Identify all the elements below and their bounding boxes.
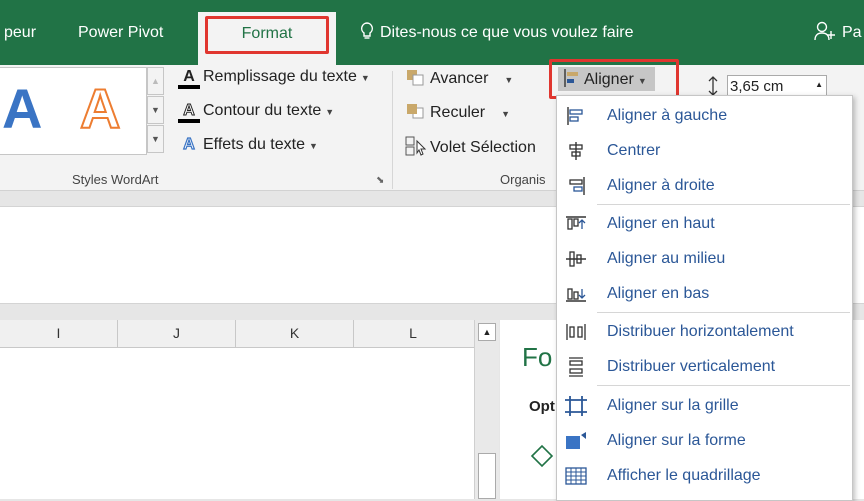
menu-item-label: Aligner à gauche [607, 107, 728, 124]
shape-height-input[interactable]: 3,65 cm ▲ [727, 75, 827, 97]
menu-item-view-gridlines[interactable]: Afficher le quadrillage [557, 459, 850, 493]
text-effects-icon: A [183, 135, 196, 153]
shape-height-icon [708, 76, 718, 96]
bring-forward-button[interactable]: Avancer ▼ [405, 68, 513, 88]
menu-item-snap-to-shape[interactable]: Aligner sur la forme [557, 424, 850, 458]
menu-item-align-middle[interactable]: Aligner au milieu [557, 242, 850, 276]
text-fill-button[interactable]: A Remplissage du texte ▼ [178, 68, 370, 89]
gallery-scroll: ▲ ▼ ▼ [147, 67, 164, 153]
send-backward-label: Reculer [430, 104, 486, 121]
text-fill-label: Remplissage du texte [203, 68, 357, 85]
tell-me-label: Dites-nous ce que vous voulez faire [380, 24, 634, 41]
shape-height-value: 3,65 cm [730, 78, 784, 95]
column-header-j[interactable]: J [118, 320, 236, 347]
snap-to-shape-icon [566, 432, 586, 449]
distribute-vertical-icon [569, 357, 583, 377]
tab-developpeur[interactable]: peur [4, 0, 36, 65]
menu-separator [597, 204, 850, 205]
tell-me-box[interactable]: Dites-nous ce que vous voulez faire [360, 0, 633, 65]
lightbulb-icon [360, 22, 374, 39]
text-outline-label: Contour du texte [203, 102, 322, 119]
text-outline-icon: A [178, 102, 200, 123]
menu-separator [597, 385, 850, 386]
column-header-k[interactable]: K [236, 320, 354, 347]
dialog-launcher-icon[interactable]: ⬊ [376, 175, 384, 186]
ribbon-tab-bar: peur Power Pivot Format Dites-nous ce qu… [0, 0, 864, 65]
selection-pane-icon [405, 136, 427, 156]
menu-item-distribute-vertically[interactable]: Distribuer verticalement [557, 350, 850, 384]
chevron-down-icon: ▼ [325, 107, 335, 117]
send-backward-button[interactable]: Reculer ▼ [405, 102, 510, 122]
menu-item-align-top[interactable]: Aligner en haut [557, 207, 850, 241]
menu-item-label: Afficher le quadrillage [607, 467, 761, 484]
group-divider [392, 71, 393, 189]
wordart-style-orange-outline[interactable]: A [79, 76, 121, 141]
menu-item-label: Aligner sur la forme [607, 432, 746, 449]
tab-power-pivot[interactable]: Power Pivot [78, 0, 163, 65]
scroll-thumb[interactable] [478, 453, 496, 499]
text-effects-label: Effets du texte [203, 136, 305, 153]
bring-forward-label: Avancer [430, 70, 489, 87]
gridlines-icon [565, 467, 587, 485]
align-dropdown-menu: Aligner à gauche Centrer Aligner à droit… [556, 95, 853, 501]
vertical-scrollbar[interactable]: ▲ [474, 320, 499, 499]
group-label-wordart: Styles WordArt [72, 172, 159, 187]
menu-item-align-bottom[interactable]: Aligner en bas [557, 277, 850, 311]
align-middle-icon [566, 251, 586, 267]
share-button[interactable]: Pa [814, 0, 862, 65]
align-top-icon [566, 216, 586, 230]
align-center-icon [569, 142, 583, 160]
menu-item-label: Distribuer verticalement [607, 358, 776, 375]
worksheet-grid[interactable] [0, 348, 474, 499]
fill-bucket-icon[interactable] [528, 440, 558, 470]
bring-forward-icon [407, 70, 424, 86]
selection-pane-button[interactable]: Volet Sélection [405, 136, 536, 157]
spin-up-icon[interactable]: ▲ [815, 74, 823, 96]
selection-pane-label: Volet Sélection [430, 139, 536, 156]
menu-item-label: Aligner à droite [607, 177, 715, 194]
menu-item-distribute-horizontally[interactable]: Distribuer horizontalement [557, 315, 850, 349]
user-add-icon [814, 21, 835, 41]
snap-to-grid-icon [565, 396, 587, 416]
group-label-arrange: Organis [500, 172, 546, 187]
highlight-align-button [549, 59, 679, 99]
text-outline-button[interactable]: A Contour du texte ▼ [178, 102, 334, 123]
menu-item-label: Aligner sur la grille [607, 397, 739, 414]
highlight-format-tab [205, 16, 329, 54]
menu-item-label: Centrer [607, 142, 661, 159]
gallery-down-button[interactable]: ▼ [147, 96, 164, 124]
task-pane-options-label: Opt [529, 398, 555, 415]
menu-item-snap-to-grid[interactable]: Aligner sur la grille [557, 389, 850, 423]
menu-item-center[interactable]: Centrer [557, 134, 850, 168]
align-bottom-icon [566, 288, 586, 302]
menu-item-label: Distribuer horizontalement [607, 323, 794, 340]
chevron-down-icon: ▼ [504, 75, 514, 85]
text-fill-icon: A [178, 69, 200, 89]
wordart-style-blue[interactable]: A [2, 76, 42, 141]
menu-item-align-right[interactable]: Aligner à droite [557, 169, 850, 203]
column-headers: I J K L [0, 320, 474, 348]
wordart-style-gallery[interactable]: A A [0, 67, 147, 155]
menu-item-align-left[interactable]: Aligner à gauche [557, 99, 850, 133]
menu-separator [597, 312, 850, 313]
chevron-down-icon: ▼ [309, 141, 318, 151]
chevron-down-icon: ▼ [501, 109, 511, 119]
gallery-more-button[interactable]: ▼ [147, 125, 164, 153]
menu-item-label: Aligner en bas [607, 285, 710, 302]
scroll-up-button[interactable]: ▲ [478, 323, 496, 341]
column-header-l[interactable]: L [354, 320, 472, 347]
text-effects-button[interactable]: A Effets du texte ▼ [178, 135, 318, 154]
user-label: Pa [842, 24, 862, 41]
align-right-icon [569, 177, 585, 195]
distribute-horizontal-icon [566, 324, 586, 340]
send-backward-icon [407, 104, 424, 119]
gallery-up-button[interactable]: ▲ [147, 67, 164, 95]
menu-item-label: Aligner au milieu [607, 250, 726, 267]
chevron-down-icon: ▼ [360, 73, 370, 83]
column-header-i[interactable]: I [0, 320, 118, 347]
align-left-icon [567, 107, 583, 125]
menu-item-label: Aligner en haut [607, 215, 715, 232]
task-pane-title: Fo [522, 342, 553, 372]
